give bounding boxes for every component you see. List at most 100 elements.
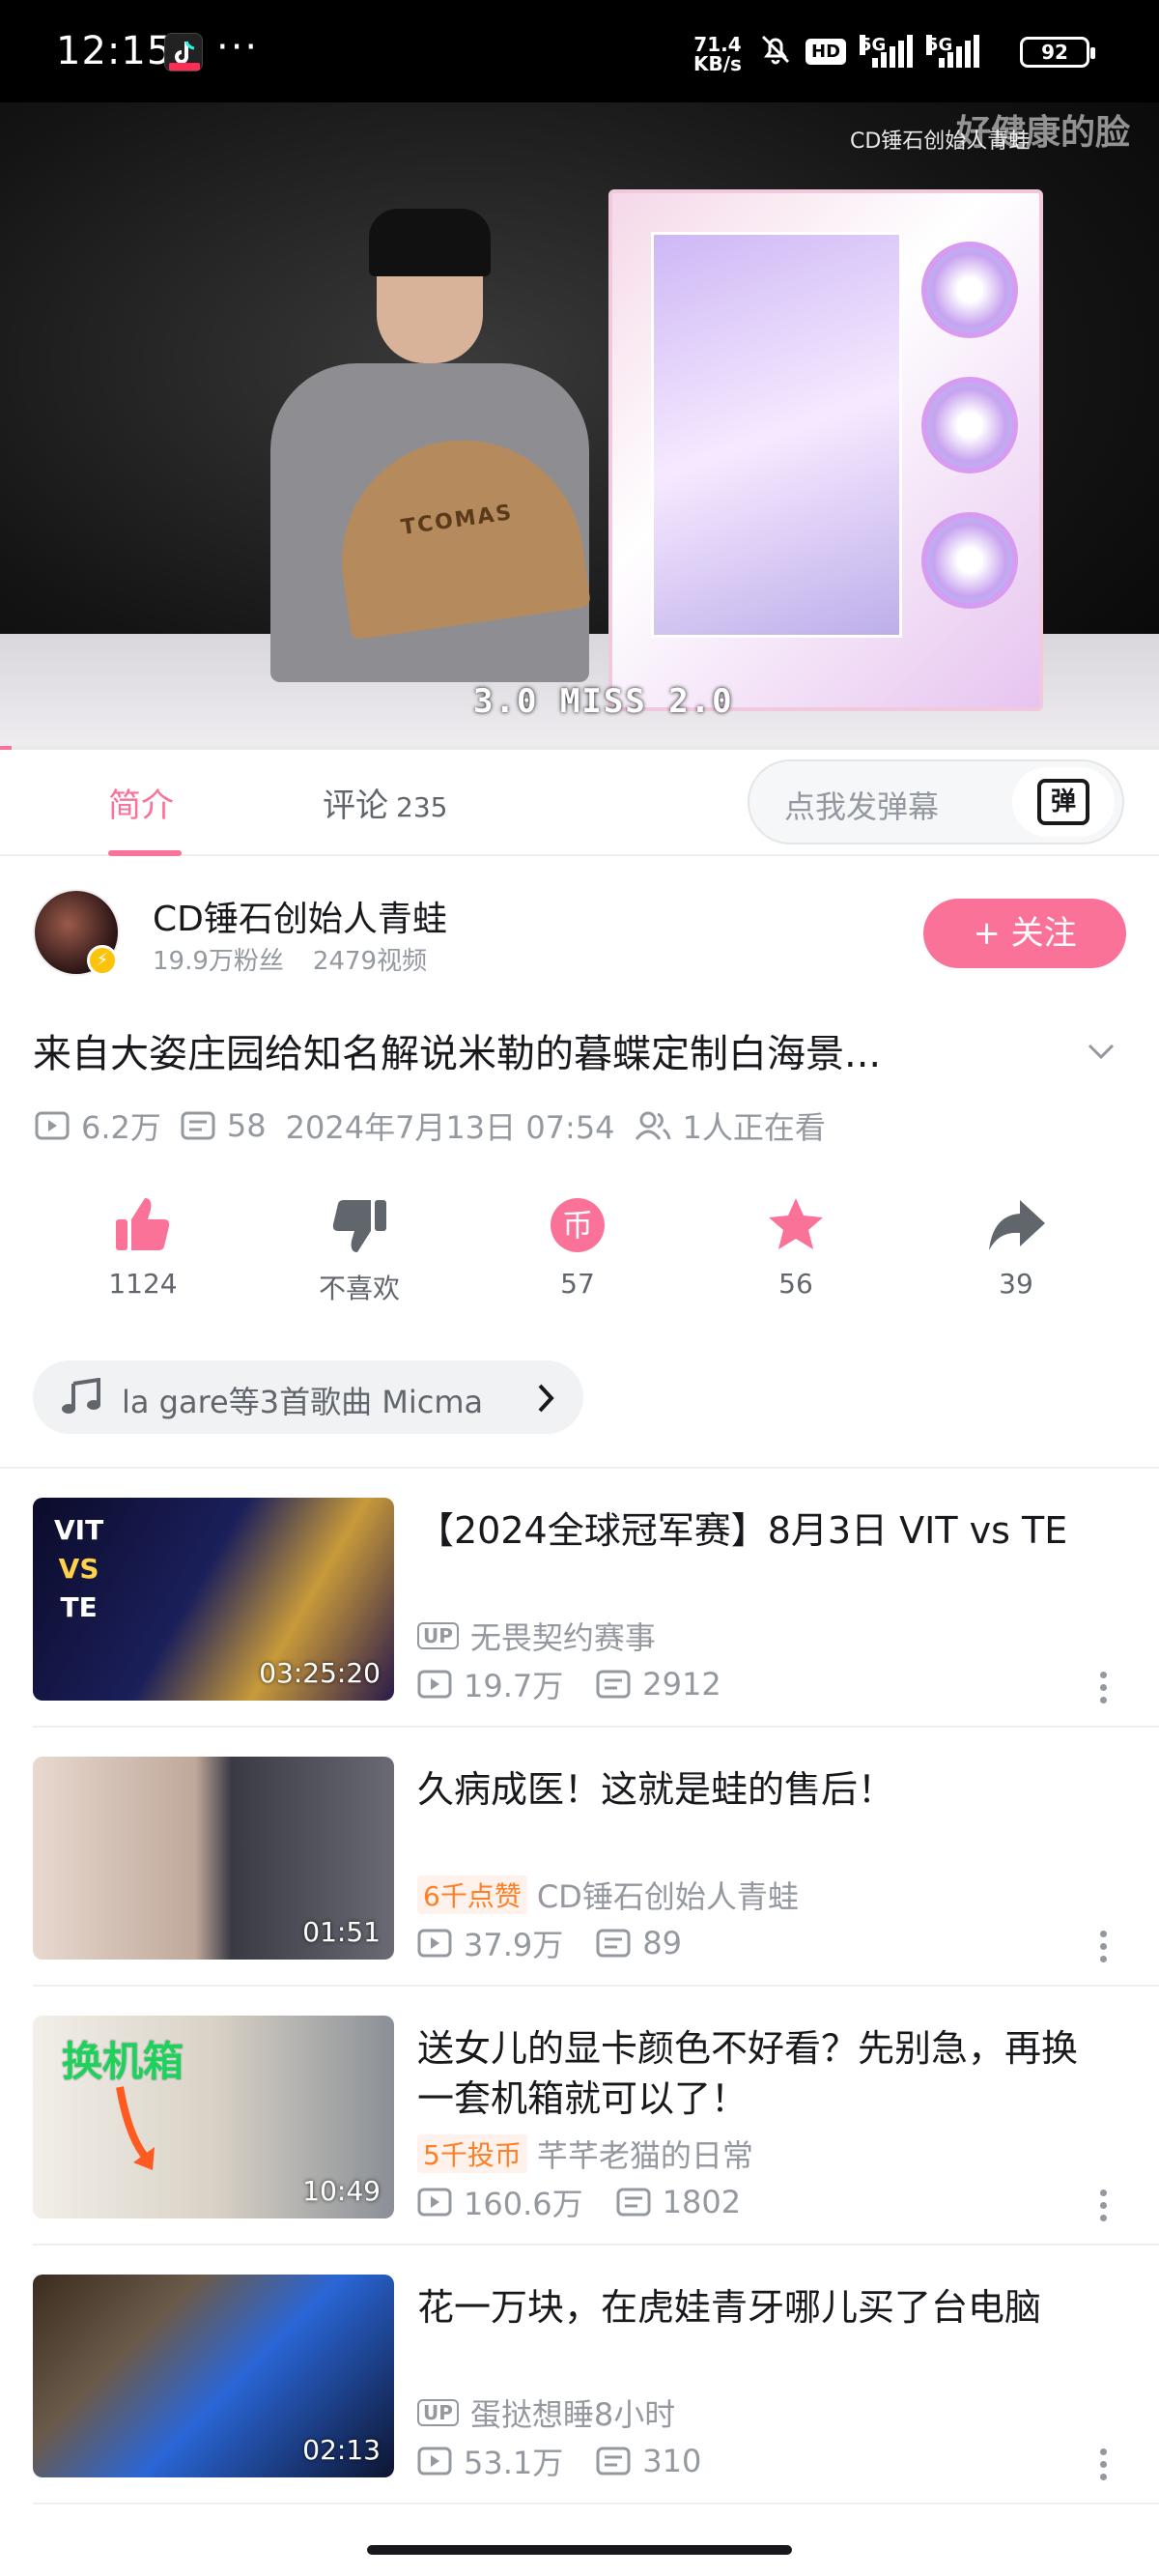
video-thumbnail[interactable]: VIT VS TE 03:25:20: [33, 1498, 394, 1701]
status-bar: 12:15 ··· 71.4 KB/s HD 5G 5G 92: [0, 0, 1159, 102]
tab-intro-indicator: [108, 850, 182, 856]
signal-icon-2: 5G: [926, 35, 980, 68]
more-options-icon[interactable]: [1091, 2190, 1115, 2228]
chevron-down-icon[interactable]: [1084, 1034, 1118, 1069]
pc-fan-icon: [921, 377, 1018, 473]
coin-icon: 币: [551, 1198, 605, 1252]
more-options-icon[interactable]: [1091, 1672, 1115, 1710]
recommend-author[interactable]: 5千投币 芊芊老猫的日常: [417, 2132, 753, 2176]
like-count: 1124: [108, 1268, 178, 1300]
tab-comments[interactable]: 评论 235: [323, 779, 447, 826]
dislike-label: 不喜欢: [318, 1273, 400, 1304]
recommend-item[interactable]: 02:13 花一万块，在虎娃青牙哪儿买了台电脑 UP 蛋挞想睡8小时 53.1万 310: [0, 2246, 1159, 2504]
tab-intro[interactable]: 简介: [108, 779, 174, 826]
recommend-item[interactable]: 01:51 久病成医！这就是蛙的售后！ 6千点赞 CD锤石创始人青蛙 37.9万 89: [0, 1728, 1159, 1987]
play-count-icon: [417, 2447, 452, 2476]
recommend-views: 19.7万: [417, 1662, 563, 1706]
watching-now-value: 1人正在看: [682, 1109, 826, 1146]
recommend-danmaku: 1802: [616, 2184, 741, 2220]
video-thumbnail[interactable]: 换机箱 10:49: [33, 2016, 394, 2218]
watching-now: 1人正在看: [635, 1103, 826, 1148]
favorite-button[interactable]: 56: [709, 1188, 883, 1300]
uploader-row: ⚡ CD锤石创始人青蛙 19.9万粉丝 2479视频 + 关注: [0, 870, 1159, 986]
danmaku-count-icon: [181, 1111, 215, 1140]
recommend-danmaku-value: 89: [642, 1925, 682, 1961]
video-thumbnail[interactable]: 01:51: [33, 1757, 394, 1960]
video-caption: 3.0 MISS 2.0: [473, 682, 734, 721]
recommend-views: 37.9万: [417, 1921, 563, 1965]
pc-fan-icon: [921, 242, 1018, 338]
network-speed-unit: KB/s: [693, 52, 742, 75]
recommend-author[interactable]: 6千点赞 CD锤石创始人青蛙: [417, 1873, 799, 1917]
recommend-views: 53.1万: [417, 2439, 563, 2483]
danmaku-count-icon: [596, 1670, 631, 1699]
thumb-text: TE: [60, 1591, 98, 1623]
up-badge: UP: [417, 2399, 459, 2426]
follow-button[interactable]: + 关注: [923, 899, 1126, 968]
uploader-name[interactable]: CD锤石创始人青蛙: [153, 891, 447, 941]
recommend-author-name: 无畏契约赛事: [469, 1619, 656, 1656]
signal-icon-1: 5G: [860, 35, 914, 68]
recommend-stats: 160.6万 1802: [417, 2180, 774, 2224]
danmaku-icon-label: 弹: [1037, 779, 1089, 825]
network-speed-value: 71.4: [693, 33, 742, 56]
recommend-danmaku: 89: [596, 1925, 682, 1961]
recommend-title[interactable]: 花一万块，在虎娃青牙哪儿买了台电脑: [417, 2282, 1113, 2333]
coin-count: 57: [560, 1268, 595, 1300]
video-duration: 02:13: [302, 2434, 381, 2466]
up-badge: UP: [417, 1622, 459, 1649]
video-title[interactable]: 来自大姿庄园给知名解说米勒的暮蝶定制白海景...: [33, 1022, 1037, 1078]
recommend-author-name: 芊芊老猫的日常: [536, 2137, 753, 2174]
recommend-stats: 19.7万 2912: [417, 1662, 754, 1706]
video-player[interactable]: TCOMAS CD锤石创始人青蛙 好健康的脸 3.0 MISS 2.0: [0, 102, 1159, 750]
like-button[interactable]: 1124: [56, 1188, 230, 1300]
recommend-title[interactable]: 【2024全球冠军赛】8月3日 VIT vs TE: [417, 1505, 1113, 1556]
recommend-title[interactable]: 送女儿的显卡颜色不好看？先别急，再换一套机箱就可以了！: [417, 2023, 1113, 2124]
view-count: 6.2万: [35, 1103, 161, 1148]
danmaku-input[interactable]: 点我发弹幕 弹: [748, 759, 1124, 844]
hd-voice-badge: HD: [806, 38, 847, 65]
pc-fan-icon: [921, 512, 1018, 609]
action-bar: 1124 不喜欢 币 57 56 39: [0, 1188, 1159, 1314]
coin-button[interactable]: 币 57: [491, 1188, 664, 1300]
recommend-author-name: CD锤石创始人青蛙: [536, 1878, 799, 1915]
recommend-item[interactable]: VIT VS TE 03:25:20 【2024全球冠军赛】8月3日 VIT vs TE…: [0, 1469, 1159, 1728]
music-text: la gare等3首歌曲 Micma: [122, 1384, 484, 1420]
music-chip[interactable]: la gare等3首歌曲 Micma: [33, 1360, 583, 1434]
thumb-text: VIT: [54, 1514, 104, 1546]
svg-text:币: 币: [562, 1207, 593, 1244]
recommend-views-value: 53.1万: [464, 2445, 564, 2481]
recommend-title[interactable]: 久病成医！这就是蛙的售后！: [417, 1764, 1113, 1815]
video-duration: 10:49: [302, 2175, 381, 2207]
view-count-value: 6.2万: [81, 1109, 161, 1146]
network-type-2: 5G: [926, 35, 953, 55]
recommend-item[interactable]: 换机箱 10:49 送女儿的显卡颜色不好看？先别急，再换一套机箱就可以了！ 5千投币芊…: [0, 1987, 1159, 2246]
recommend-author[interactable]: UP 无畏契约赛事: [417, 1614, 656, 1658]
tab-comments-label: 评论: [323, 787, 388, 825]
danmaku-count-icon: [596, 2447, 631, 2476]
status-icons: HD 5G 5G: [759, 33, 980, 70]
recommend-views-value: 160.6万: [464, 2186, 583, 2222]
battery-icon: 92: [1020, 37, 1095, 68]
list-divider: [33, 2503, 1159, 2504]
more-options-icon[interactable]: [1091, 1931, 1115, 1969]
recommend-danmaku: 310: [596, 2443, 701, 2479]
video-thumbnail[interactable]: 02:13: [33, 2275, 394, 2477]
lightning-badge-icon: ⚡: [87, 945, 118, 976]
danmaku-toggle-icon[interactable]: 弹: [1012, 767, 1115, 837]
recommend-author[interactable]: UP 蛋挞想睡8小时: [417, 2390, 675, 2435]
network-type-1: 5G: [860, 35, 887, 55]
recommend-danmaku-value: 310: [642, 2443, 702, 2479]
favorite-count: 56: [778, 1268, 813, 1300]
arrow-down-icon: [116, 2086, 155, 2170]
people-icon: [635, 1111, 671, 1140]
dislike-button[interactable]: 不喜欢: [272, 1188, 446, 1306]
home-indicator[interactable]: [367, 2545, 792, 2555]
share-button[interactable]: 39: [929, 1188, 1103, 1300]
recommend-danmaku-value: 1802: [662, 2184, 742, 2220]
more-options-icon[interactable]: [1091, 2448, 1115, 2487]
danmaku-count-value: 58: [226, 1107, 267, 1144]
pc-case-image: [608, 189, 1043, 711]
uploader-fans: 19.9万粉丝: [153, 947, 284, 976]
danmaku-count: 58: [181, 1107, 267, 1144]
